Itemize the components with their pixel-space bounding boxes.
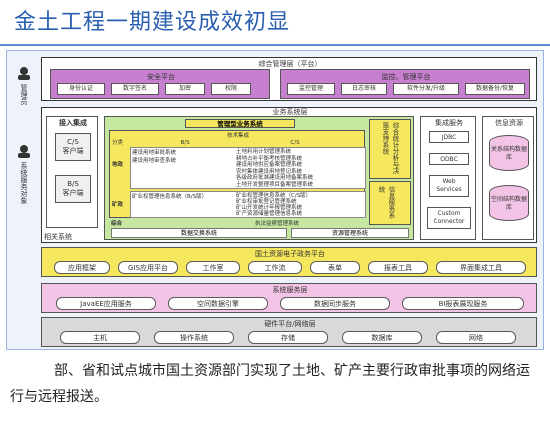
category-label: 分类 (112, 140, 124, 146)
sysservice-item: BI报表展现服务 (402, 297, 524, 310)
zonghe-category: 综合 (111, 221, 123, 227)
decision-support-label: 综合统计分析与决策支持系统 (381, 122, 399, 174)
mine-bs-item: 矿业权管理信息系统（B/S版） (132, 194, 208, 200)
mine-cs-item: 矿产资源储量管理信息系统 (236, 211, 303, 217)
egov-item: GIS应用平台 (118, 261, 178, 274)
hardware-network-layer: 硬件平台/网络层 主机 操作系统 存储 数据库 网络 (41, 317, 537, 347)
integration-item: ODBC (429, 153, 469, 165)
database-cylinder-icon: 关系结构数据库 (489, 135, 529, 171)
management-layer: 综合管理层（平台） 安全平台 身份认证 数字签名 加密 权限 监控、管理平台 监… (41, 57, 537, 101)
land-cs-item: 土地开发整理项目备案管理系统 (236, 181, 314, 188)
hardware-layer-title: 硬件平台/网络层 (264, 320, 316, 328)
information-resources-title: 信息资源 (495, 119, 523, 127)
security-item: 权限 (211, 83, 251, 95)
monitor-platform: 监控、管理平台 监控管理 日志审核 软件分发/升级 数据备份/恢复 (280, 69, 530, 99)
business-layer: 业务系统层 接入集成 C/S 客户端 B/S 客户端 相关系统 管理型业务系统 … (41, 107, 537, 243)
access-integration: 接入集成 C/S 客户端 B/S 客户端 (46, 116, 98, 228)
monitor-item: 监控管理 (287, 83, 335, 95)
integration-item: JDBC (429, 131, 469, 143)
integration-services: 集成服务 JDBC ODBC Web Services Custom Conne… (420, 116, 476, 240)
information-service-system: 信息服务系统 (369, 181, 411, 225)
integration-services-title: 集成服务 (435, 119, 463, 127)
integration-item: Custom Connector (427, 207, 471, 229)
person-icon (18, 145, 30, 158)
egov-item: 界面集成工具 (436, 261, 526, 274)
admin-label: 管理员 (20, 84, 28, 105)
land-category: 地政 (112, 162, 124, 168)
egov-item: 工作室 (186, 261, 240, 274)
spatial-db-label: 空间结构数据库 (490, 196, 527, 211)
egov-item: 工作流 (248, 261, 302, 274)
egov-item: 应用框架 (54, 261, 110, 274)
management-layer-title: 综合管理层（平台） (258, 60, 322, 68)
mine-category: 矿政 (112, 202, 124, 208)
service-object-figure: 系统服务对象 (15, 143, 33, 204)
hardware-item: 网络 (436, 331, 516, 344)
system-service-layer: 系统服务层 JavaEE应用服务 空间数据引擎 数据同步服务 BI报表展现服务 (41, 283, 537, 313)
security-item: 加密 (165, 83, 205, 95)
egov-item: 报表工具 (368, 261, 428, 274)
bs-client: B/S 客户端 (55, 175, 91, 203)
egov-platform: 国土资源电子政务平台 应用框架 GIS应用平台 工作室 工作流 表单 报表工具 … (41, 247, 537, 277)
hardware-item: 存储 (248, 331, 328, 344)
information-service-label: 信息服务系统 (377, 186, 395, 219)
egov-platform-title: 国土资源电子政务平台 (255, 250, 325, 258)
cs-header: C/S (290, 140, 300, 146)
relational-db-label: 关系结构数据库 (490, 146, 527, 161)
hardware-item: 操作系统 (154, 331, 234, 344)
hardware-item: 主机 (60, 331, 140, 344)
related-systems-label: 相关系统 (44, 233, 72, 241)
bs-header: B/S (180, 140, 190, 146)
law-enforcement-system: 执法监察管理系统 (255, 221, 300, 227)
person-icon (18, 67, 30, 80)
decision-support-system: 综合统计分析与决策支持系统 (369, 119, 411, 179)
security-platform-title: 安全平台 (147, 73, 175, 81)
core-grid: 技术集成 分类 B/S C/S 地政 建设用地审批系统 建设用地审查系统 土地利… (109, 130, 366, 218)
sysservice-item: 空间数据引擎 (168, 297, 268, 310)
core-title: 管理型业务系统 (185, 119, 295, 128)
resource-management-system: 资源管理系统 (291, 228, 409, 238)
integration-item: Web Services (429, 175, 469, 197)
monitor-item: 日志审核 (341, 83, 387, 95)
sysservice-item: 数据同步服务 (280, 297, 390, 310)
security-item: 数字签名 (111, 83, 159, 95)
architecture-diagram: 管理员 系统服务对象 综合管理层（平台） 安全平台 身份认证 数字签名 加密 权… (6, 50, 544, 350)
security-platform: 安全平台 身份认证 数字签名 加密 权限 (50, 69, 270, 99)
database-cylinder-icon: 空间结构数据库 (489, 185, 529, 221)
tech-integration-label: 技术集成 (226, 133, 249, 139)
access-integration-title: 接入集成 (59, 119, 87, 127)
monitor-platform-title: 监控、管理平台 (381, 73, 431, 81)
cs-client: C/S 客户端 (55, 133, 91, 161)
system-service-title: 系统服务层 (272, 286, 308, 294)
monitor-item: 软件分发/升级 (393, 83, 459, 95)
egov-item: 表单 (310, 261, 360, 274)
page-title: 金土工程一期建设成效初显 (0, 0, 550, 46)
core-business-systems: 管理型业务系统 技术集成 分类 B/S C/S 地政 建设用地审批系统 建设用地… (104, 116, 414, 240)
hardware-item: 数据库 (342, 331, 422, 344)
security-item: 身份认证 (57, 83, 105, 95)
data-exchange-system: 数据交换系统 (111, 228, 287, 238)
caption-text: 部、省和试点城市国土资源部门实现了土地、矿产主要行政审批事项的网络运行与远程报送… (10, 363, 530, 405)
admin-figure: 管理员 (15, 65, 33, 105)
land-bs-item: 建设用地审查系统 (132, 158, 177, 164)
service-object-label: 系统服务对象 (20, 162, 28, 204)
monitor-item: 数据备份/恢复 (465, 83, 525, 95)
sysservice-item: JavaEE应用服务 (56, 297, 156, 310)
land-bs-item: 建设用地审批系统 (132, 150, 177, 156)
information-resources: 信息资源 关系结构数据库 空间结构数据库 (482, 116, 534, 240)
